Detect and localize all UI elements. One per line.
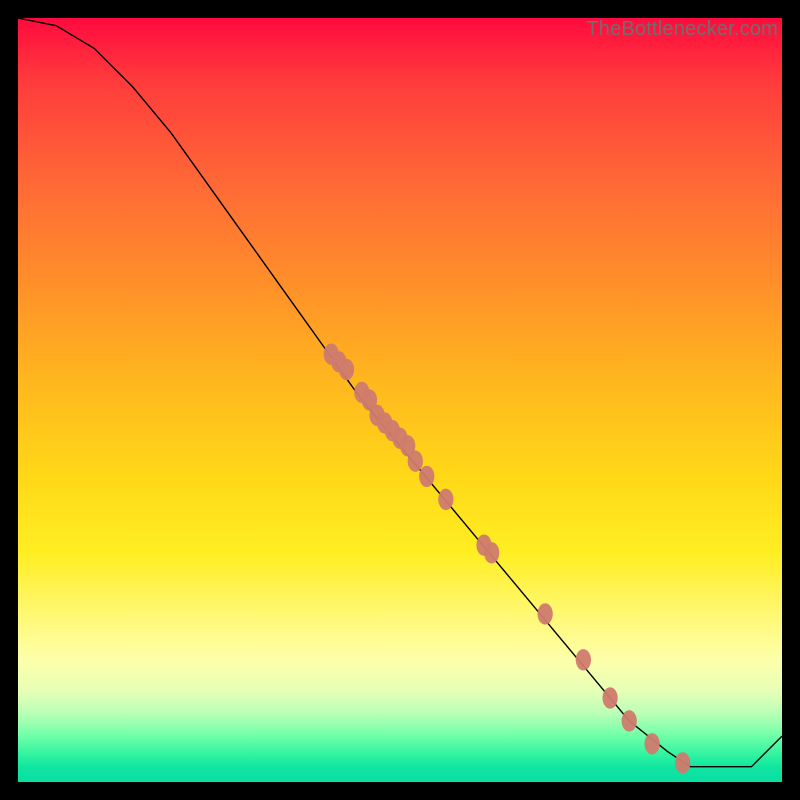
data-point: [484, 542, 499, 563]
data-point: [419, 466, 434, 487]
points-group: [324, 343, 691, 773]
data-point: [576, 649, 591, 670]
data-point: [339, 359, 354, 380]
chart-svg: [18, 18, 782, 782]
data-point: [438, 489, 453, 510]
data-point: [408, 450, 423, 471]
data-point: [675, 752, 690, 773]
data-point: [644, 733, 659, 754]
curve-line: [18, 18, 782, 767]
chart-frame: TheBottlenecker.com: [0, 0, 800, 800]
data-point: [538, 603, 553, 624]
data-point: [622, 710, 637, 731]
data-point: [602, 687, 617, 708]
watermark-text: TheBottlenecker.com: [586, 18, 778, 41]
chart-plot-area: TheBottlenecker.com: [18, 18, 782, 782]
